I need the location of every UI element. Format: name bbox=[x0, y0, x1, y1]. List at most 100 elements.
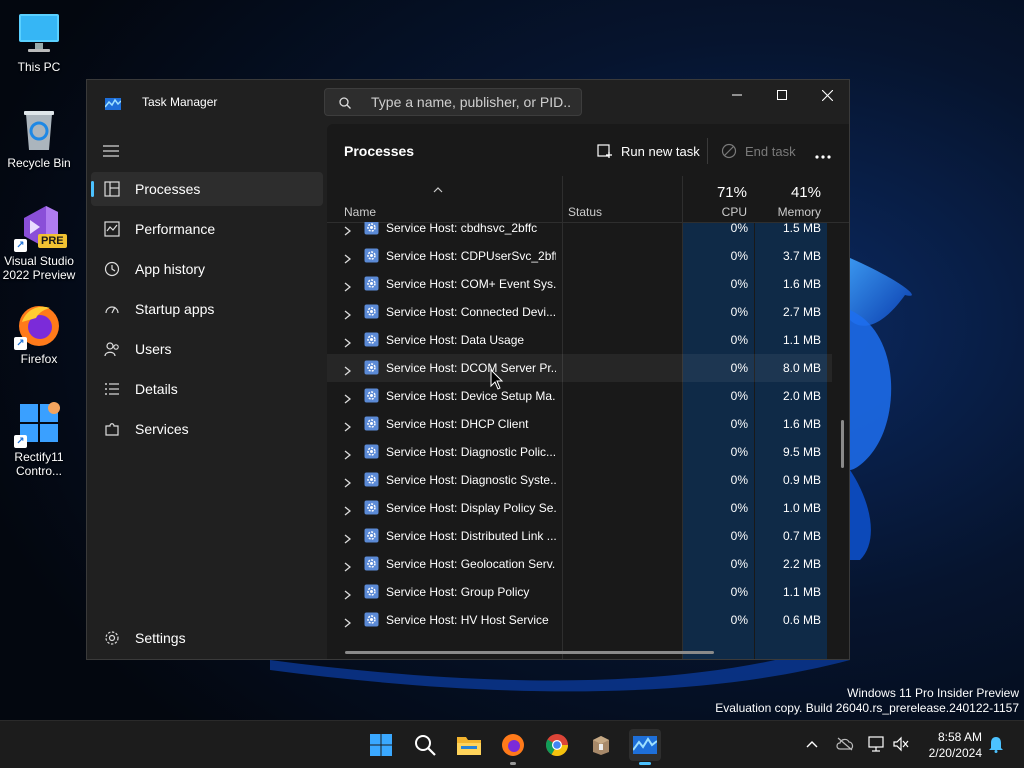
nav-label: Processes bbox=[135, 181, 201, 197]
table-row[interactable]: Service Host: COM+ Event Sys... 0% 1.6 MB bbox=[327, 270, 832, 298]
watermark-line: Evaluation copy. Build 26040.rs_prerelea… bbox=[715, 701, 1019, 715]
close-button[interactable] bbox=[804, 80, 850, 110]
process-name: Service Host: HV Host Service bbox=[386, 613, 549, 627]
notification-bell-icon[interactable] bbox=[987, 735, 1005, 753]
process-memory: 0.6 MB bbox=[782, 613, 821, 627]
process-name: Service Host: Display Policy Se... bbox=[386, 501, 556, 515]
firefox-icon bbox=[502, 734, 524, 756]
column-header-name[interactable]: Name bbox=[344, 205, 376, 219]
taskbar-chrome[interactable] bbox=[541, 729, 573, 761]
expand-chevron-icon[interactable] bbox=[344, 391, 352, 404]
desktop-icon-recycle-bin[interactable]: Recycle Bin bbox=[1, 106, 77, 170]
run-new-task-button[interactable]: Run new task bbox=[597, 140, 700, 162]
horizontal-scrollbar-thumb[interactable] bbox=[345, 651, 714, 654]
desktop-icon-this-pc[interactable]: This PC bbox=[1, 10, 77, 74]
service-host-gear-icon bbox=[364, 332, 379, 347]
network-icon[interactable] bbox=[867, 735, 885, 753]
onedrive-offline-icon[interactable] bbox=[836, 735, 854, 753]
taskbar-package-app[interactable] bbox=[585, 729, 617, 761]
service-host-gear-icon bbox=[364, 304, 379, 319]
service-host-gear-icon bbox=[364, 444, 379, 459]
show-hidden-icons-chevron-icon[interactable] bbox=[803, 735, 821, 753]
sidebar-item-services[interactable]: Services bbox=[91, 412, 323, 446]
expand-chevron-icon[interactable] bbox=[344, 307, 352, 320]
table-row[interactable]: Service Host: DCOM Server Pr... 0% 8.0 MB bbox=[327, 354, 832, 382]
nav-label: Details bbox=[135, 381, 178, 397]
toolbar-divider bbox=[707, 138, 708, 164]
minimize-button[interactable] bbox=[714, 80, 760, 110]
table-row[interactable]: Service Host: Connected Devi... 0% 2.7 MB bbox=[327, 298, 832, 326]
expand-chevron-icon[interactable] bbox=[344, 251, 352, 264]
maximize-icon bbox=[777, 90, 787, 100]
volume-muted-icon[interactable] bbox=[892, 735, 910, 753]
taskbar-task-manager[interactable] bbox=[629, 729, 661, 765]
table-row[interactable]: Service Host: Data Usage 0% 1.1 MB bbox=[327, 326, 832, 354]
expand-chevron-icon[interactable] bbox=[344, 447, 352, 460]
recycle-bin-icon bbox=[16, 106, 62, 152]
expand-chevron-icon[interactable] bbox=[344, 615, 352, 628]
desktop-icon-visual-studio[interactable]: PRE ↗ Visual Studio 2022 Preview bbox=[1, 204, 77, 282]
table-row[interactable]: Service Host: HV Host Service 0% 0.6 MB bbox=[327, 606, 832, 634]
expand-chevron-icon[interactable] bbox=[344, 475, 352, 488]
sidebar-item-details[interactable]: Details bbox=[91, 372, 323, 406]
table-row[interactable]: Service Host: Device Setup Ma... 0% 2.0 MB bbox=[327, 382, 832, 410]
process-name: Service Host: Device Setup Ma... bbox=[386, 389, 556, 403]
watermark-line: Windows 11 Pro Insider Preview bbox=[847, 686, 1019, 700]
column-header-cpu[interactable]: CPU bbox=[687, 205, 747, 219]
search-input[interactable] bbox=[371, 93, 571, 111]
expand-chevron-icon[interactable] bbox=[344, 503, 352, 516]
more-options-icon[interactable] bbox=[814, 147, 832, 159]
task-manager-icon bbox=[633, 736, 657, 754]
expand-chevron-icon[interactable] bbox=[344, 559, 352, 572]
run-new-task-icon bbox=[597, 144, 612, 158]
expand-chevron-icon[interactable] bbox=[344, 335, 352, 348]
column-header-memory[interactable]: Memory bbox=[760, 205, 821, 219]
expand-chevron-icon[interactable] bbox=[344, 223, 352, 236]
column-header-status[interactable]: Status bbox=[568, 205, 602, 219]
sidebar-item-users[interactable]: Users bbox=[91, 332, 323, 366]
expand-chevron-icon[interactable] bbox=[344, 587, 352, 600]
table-row[interactable]: Service Host: Distributed Link ... 0% 0.7 … bbox=[327, 522, 832, 550]
expand-chevron-icon[interactable] bbox=[344, 279, 352, 292]
expand-chevron-icon[interactable] bbox=[344, 531, 352, 544]
table-row[interactable]: Service Host: Group Policy 0% 1.1 MB bbox=[327, 578, 832, 606]
system-clock[interactable]: 8:58 AM 2/20/2024 bbox=[912, 729, 982, 761]
table-row[interactable]: Service Host: Geolocation Serv... 0% 2.2 M… bbox=[327, 550, 832, 578]
sidebar-item-settings[interactable]: Settings bbox=[91, 621, 323, 655]
file-explorer-icon bbox=[457, 737, 481, 755]
process-cpu: 0% bbox=[730, 501, 748, 515]
service-host-gear-icon bbox=[364, 276, 379, 291]
table-row[interactable]: Service Host: Diagnostic Polic... 0% 9.5 M… bbox=[327, 438, 832, 466]
package-icon bbox=[593, 736, 609, 755]
sidebar-item-performance[interactable]: Performance bbox=[91, 212, 323, 246]
table-row[interactable]: Service Host: DHCP Client 0% 1.6 MB bbox=[327, 410, 832, 438]
end-task-button[interactable]: End task bbox=[721, 140, 796, 162]
desktop-icon-firefox[interactable]: ↗ Firefox bbox=[1, 302, 77, 366]
run-new-task-label: Run new task bbox=[621, 143, 700, 159]
process-name: Service Host: Diagnostic Syste... bbox=[386, 473, 556, 487]
search-box[interactable] bbox=[324, 88, 582, 116]
desktop-icon-rectify11[interactable]: ↗ Rectify11 Contro... bbox=[1, 400, 77, 478]
start-button[interactable] bbox=[365, 729, 397, 761]
maximize-button[interactable] bbox=[759, 80, 805, 110]
process-memory: 0.9 MB bbox=[782, 473, 821, 487]
task-manager-window: Task Manager Processes bbox=[86, 79, 850, 660]
vertical-scrollbar-thumb[interactable] bbox=[841, 420, 844, 468]
sidebar-item-processes[interactable]: Processes bbox=[91, 172, 323, 206]
expand-chevron-icon[interactable] bbox=[344, 419, 352, 432]
taskbar-search-button[interactable] bbox=[409, 729, 441, 761]
process-name: Service Host: Group Policy bbox=[386, 585, 530, 599]
users-icon bbox=[104, 341, 120, 357]
taskbar-file-explorer[interactable] bbox=[453, 729, 485, 761]
table-row[interactable]: Service Host: Diagnostic Syste... 0% 0.9 M… bbox=[327, 466, 832, 494]
sidebar-item-startup-apps[interactable]: Startup apps bbox=[91, 292, 323, 326]
table-row[interactable]: Service Host: CDPUserSvc_2bffc 0% 3.7 MB bbox=[327, 242, 832, 270]
title-bar[interactable]: Task Manager bbox=[87, 80, 849, 124]
taskbar-firefox[interactable] bbox=[497, 729, 529, 765]
expand-chevron-icon[interactable] bbox=[344, 363, 352, 376]
sidebar-item-app-history[interactable]: App history bbox=[91, 252, 323, 286]
hamburger-menu-icon[interactable] bbox=[103, 144, 119, 157]
end-task-icon bbox=[721, 143, 737, 159]
table-row[interactable]: Service Host: cbdhsvc_2bffc 0% 1.5 MB bbox=[327, 222, 832, 242]
table-row[interactable]: Service Host: Display Policy Se... 0% 1.0 … bbox=[327, 494, 832, 522]
